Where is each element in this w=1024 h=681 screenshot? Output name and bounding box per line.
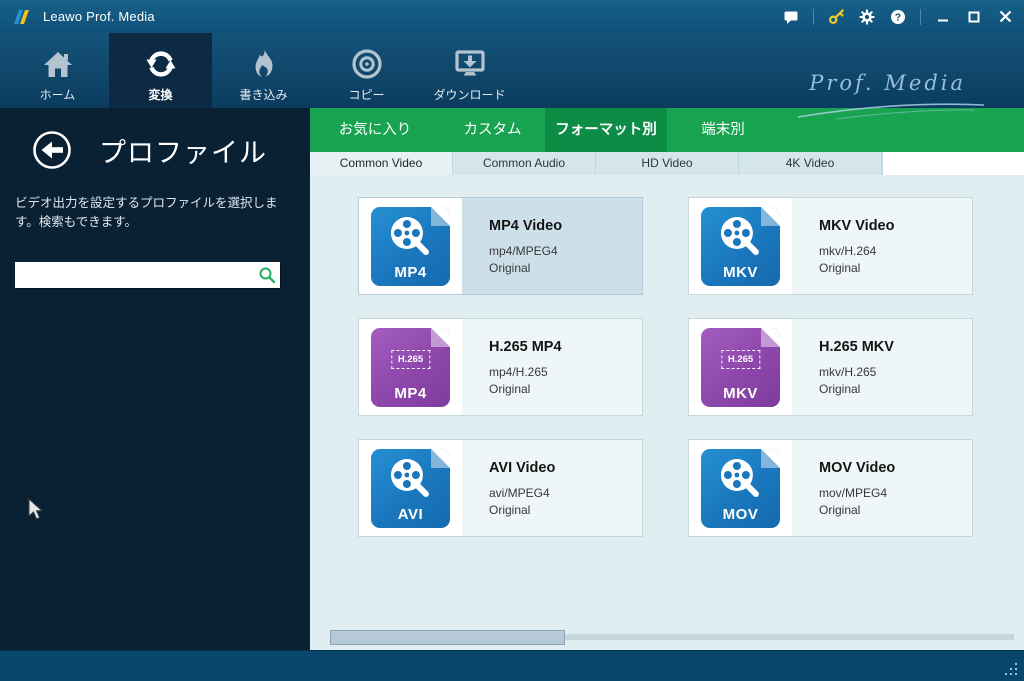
card-title: MKV Video xyxy=(819,218,972,234)
horizontal-scrollbar-thumb[interactable] xyxy=(330,630,565,645)
app-window: Leawo Prof. Media xyxy=(0,0,1024,681)
search-icon[interactable] xyxy=(254,264,280,286)
nav-item-download[interactable]: ダウンロード xyxy=(418,33,521,108)
tab-by-format[interactable]: フォーマット別 xyxy=(545,108,667,152)
svg-text:?: ? xyxy=(895,11,901,23)
card-title: H.265 MKV xyxy=(819,339,972,355)
nav-item-convert[interactable]: 変換 xyxy=(109,33,212,108)
convert-icon xyxy=(144,46,178,82)
card-format: mp4/H.265 xyxy=(489,365,642,379)
minimize-button[interactable] xyxy=(934,8,952,26)
mov-file-icon: MOV xyxy=(701,449,780,528)
app-title: Leawo Prof. Media xyxy=(43,9,155,24)
h265-mkv-file-icon: H.265 MKV xyxy=(701,328,780,407)
resize-grip[interactable] xyxy=(1003,661,1018,676)
nav-item-burn[interactable]: 書き込み xyxy=(212,33,315,108)
category-tabs: お気に入り カスタム フォーマット別 端末別 xyxy=(310,108,1024,152)
nav-item-copy[interactable]: コピー xyxy=(315,33,418,108)
card-quality: Original xyxy=(819,382,972,396)
search-input[interactable] xyxy=(15,262,254,288)
subtab-common-video[interactable]: Common Video xyxy=(310,152,453,175)
card-quality: Original xyxy=(819,261,972,275)
nav-item-home[interactable]: ホーム xyxy=(6,33,109,108)
card-quality: Original xyxy=(819,503,972,517)
card-quality: Original xyxy=(489,261,642,275)
status-bar xyxy=(0,650,1024,681)
back-button[interactable] xyxy=(32,130,72,170)
key-icon[interactable] xyxy=(827,8,845,26)
card-format: mp4/MPEG4 xyxy=(489,244,642,258)
message-icon[interactable] xyxy=(782,8,800,26)
profile-card-avi[interactable]: AVI AVI Video avi/MPEG4 Original xyxy=(358,439,643,537)
subtab-4k-video[interactable]: 4K Video xyxy=(739,152,882,175)
card-format: mkv/H.264 xyxy=(819,244,972,258)
tab-by-device[interactable]: 端末別 xyxy=(667,108,779,152)
close-button[interactable] xyxy=(996,8,1014,26)
h265-mp4-file-icon: H.265 MP4 xyxy=(371,328,450,407)
content-panel: お気に入り カスタム フォーマット別 端末別 Common Video Comm… xyxy=(310,108,1024,650)
avi-file-icon: AVI xyxy=(371,449,450,528)
download-icon xyxy=(453,46,487,82)
subtab-common-audio[interactable]: Common Audio xyxy=(453,152,596,175)
titlebar-separator xyxy=(813,9,814,25)
titlebar: Leawo Prof. Media xyxy=(0,0,1024,33)
profile-search-box xyxy=(15,262,280,288)
mp4-file-icon: MP4 xyxy=(371,207,450,286)
card-format: mov/MPEG4 xyxy=(819,486,972,500)
home-icon xyxy=(41,46,75,82)
profile-card-h265-mp4[interactable]: H.265 MP4 H.265 MP4 mp4/H.265 Original xyxy=(358,318,643,416)
mkv-file-icon: MKV xyxy=(701,207,780,286)
profile-card-mkv[interactable]: MKV MKV Video mkv/H.264 Original xyxy=(688,197,973,295)
tab-favorites[interactable]: お気に入り xyxy=(310,108,440,152)
card-quality: Original xyxy=(489,503,642,517)
disc-icon xyxy=(351,46,383,82)
help-icon[interactable]: ? xyxy=(889,8,907,26)
card-title: MP4 Video xyxy=(489,218,642,234)
gear-icon[interactable] xyxy=(858,8,876,26)
profile-card-h265-mkv[interactable]: H.265 MKV H.265 MKV mkv/H.265 Original xyxy=(688,318,973,416)
card-title: H.265 MP4 xyxy=(489,339,642,355)
card-title: MOV Video xyxy=(819,460,972,476)
sidebar-title: プロファイル xyxy=(99,131,267,170)
tab-custom[interactable]: カスタム xyxy=(440,108,545,152)
maximize-button[interactable] xyxy=(965,8,983,26)
profile-sidebar: プロファイル ビデオ出力を設定するプロファイルを選択します。検索もできます。 xyxy=(0,108,310,650)
subtab-hd-video[interactable]: HD Video xyxy=(596,152,739,175)
titlebar-separator xyxy=(920,9,921,25)
main-navbar: ホーム 変換 書き込み xyxy=(0,33,1024,108)
card-quality: Original xyxy=(489,382,642,396)
flame-icon xyxy=(248,46,280,82)
profile-card-mov[interactable]: MOV MOV Video mov/MPEG4 Original xyxy=(688,439,973,537)
card-title: AVI Video xyxy=(489,460,642,476)
card-format: avi/MPEG4 xyxy=(489,486,642,500)
leawo-logo-icon xyxy=(12,8,34,26)
profile-cards-area: MP4 MP4 Video mp4/MPEG4 Original xyxy=(310,175,1024,650)
format-subtabs: Common Video Common Audio HD Video 4K Vi… xyxy=(310,152,1024,175)
profile-card-mp4[interactable]: MP4 MP4 Video mp4/MPEG4 Original xyxy=(358,197,643,295)
subtab-filler xyxy=(882,152,1024,175)
brand-script: Prof. Media xyxy=(809,71,966,95)
sidebar-description: ビデオ出力を設定するプロファイルを選択します。検索もできます。 xyxy=(15,194,294,233)
card-format: mkv/H.265 xyxy=(819,365,972,379)
